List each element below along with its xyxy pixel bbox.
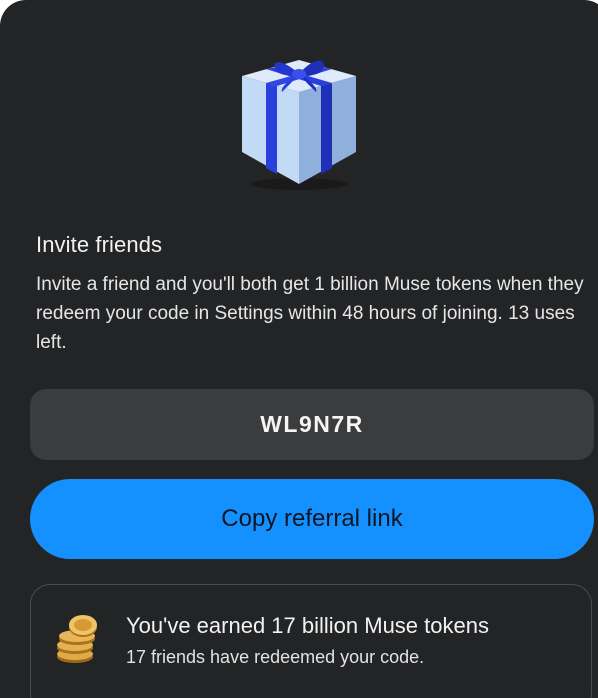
referral-code-box[interactable]: WL9N7R: [30, 389, 594, 460]
invite-title: Invite friends: [36, 232, 163, 257]
coins-icon: [53, 615, 101, 665]
copy-referral-link-button[interactable]: Copy referral link: [30, 479, 594, 559]
earned-title: You've earned 17 billion Muse tokens: [126, 613, 489, 638]
earned-subtitle: 17 friends have redeemed your code.: [126, 647, 425, 667]
copy-referral-link-label: Copy referral link: [221, 505, 403, 532]
invite-description: Invite a friend and you'll both get 1 bi…: [36, 274, 584, 353]
referral-code[interactable]: WL9N7R: [260, 411, 364, 438]
invite-friends-panel: Invite friends Invite a friend and you'l…: [0, 0, 598, 698]
gift-box-icon: [230, 34, 368, 194]
earned-tokens-card: You've earned 17 billion Muse tokens 17 …: [30, 584, 592, 698]
